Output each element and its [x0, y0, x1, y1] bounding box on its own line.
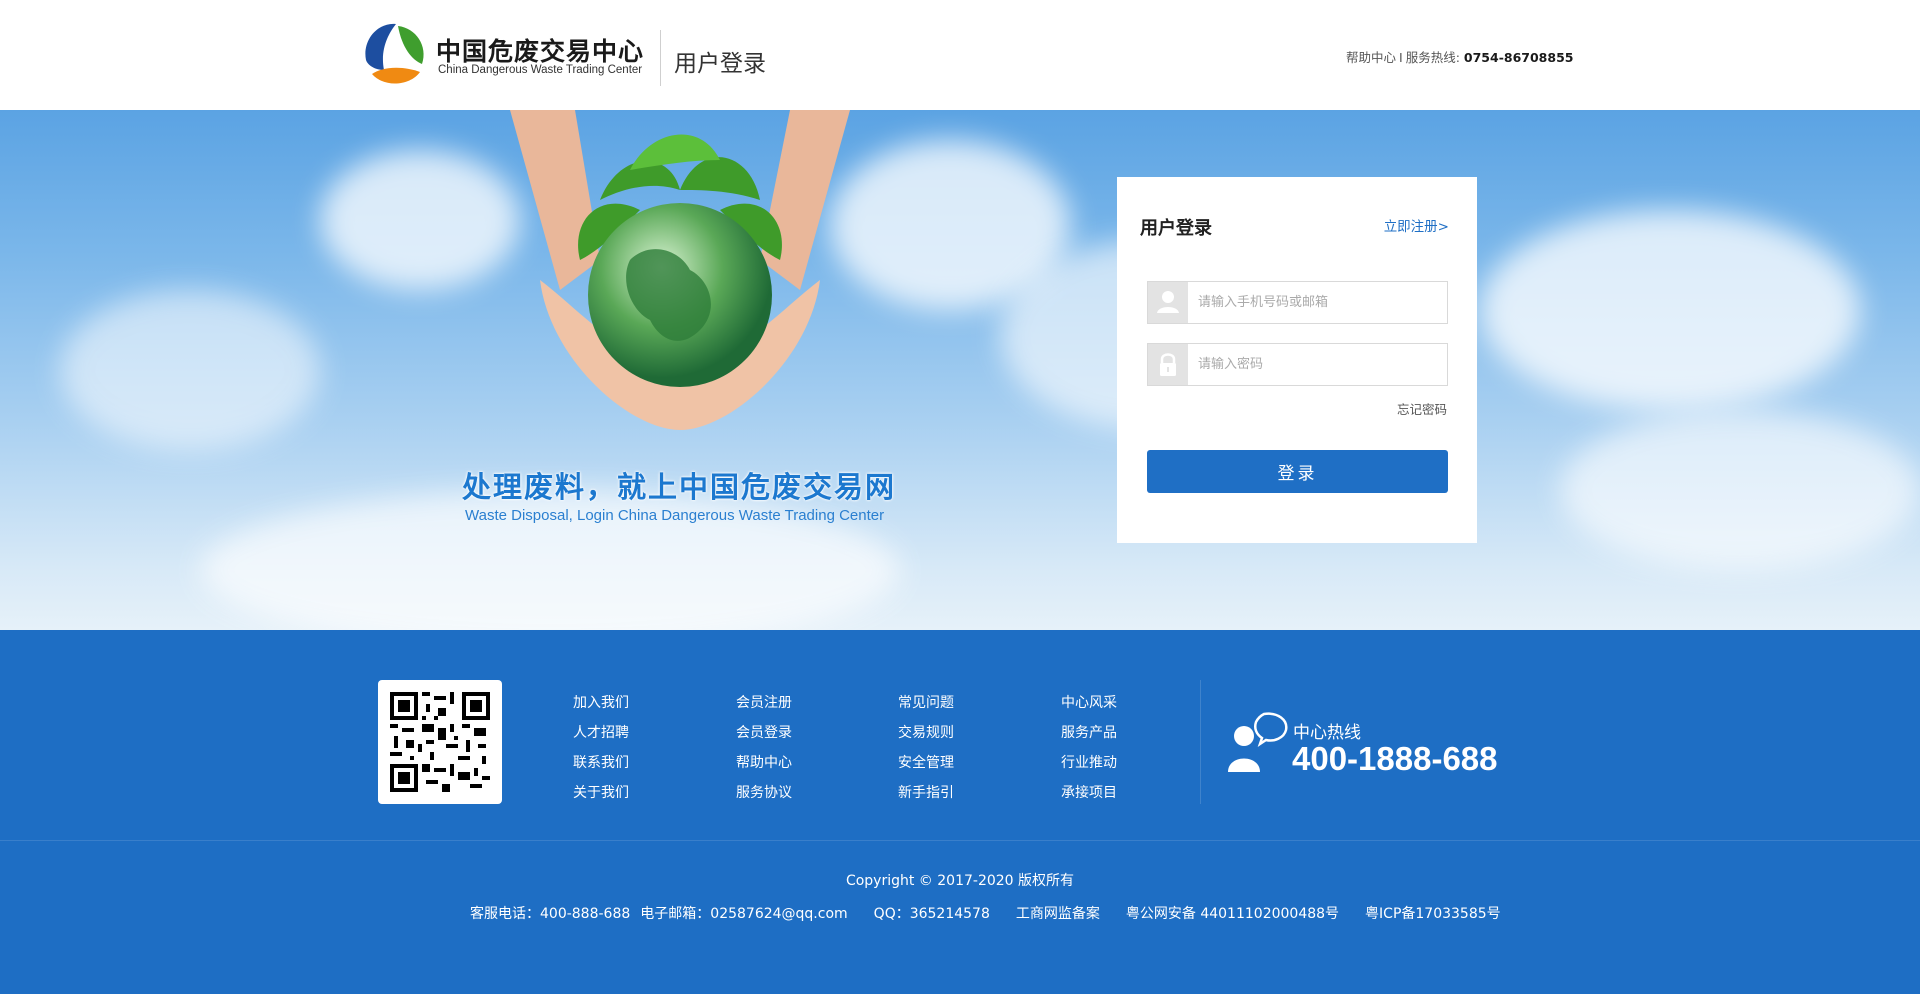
footer-link-guide[interactable]: 新手指引 [898, 778, 1038, 808]
contact-icp[interactable]: 粤ICP备17033585号 [1365, 906, 1501, 922]
banner-slogan-en: Waste Disposal, Login China Dangerous Wa… [465, 507, 885, 524]
footer-link-agreement[interactable]: 服务协议 [736, 778, 876, 808]
footer-link-recruitment[interactable]: 人才招聘 [573, 718, 713, 748]
brand-name-en: China Dangerous Waste Trading Center [438, 64, 643, 76]
footer-link-register[interactable]: 会员注册 [736, 688, 876, 718]
footer-link-contact[interactable]: 联系我们 [573, 748, 713, 778]
footer-link-join-us[interactable]: 加入我们 [573, 688, 713, 718]
footer-link-security[interactable]: 安全管理 [898, 748, 1038, 778]
leaf-logo-icon[interactable] [358, 20, 430, 92]
contact-phone: 客服电话：400-888-688 [470, 906, 631, 922]
header-divider [660, 30, 661, 86]
page-title: 用户登录 [674, 51, 766, 77]
footer-link-column: 会员注册 会员登录 帮助中心 服务协议 [736, 688, 876, 808]
user-icon [1148, 282, 1188, 323]
username-input[interactable] [1188, 282, 1447, 323]
login-button[interactable]: 登录 [1147, 450, 1448, 493]
footer-hotline-number: 400-1888-688 [1292, 740, 1498, 777]
password-input[interactable] [1188, 344, 1447, 385]
contact-email: 电子邮箱：02587624@qq.com [640, 906, 848, 922]
footer-link-faq[interactable]: 常见问题 [898, 688, 1038, 718]
copyright: Copyright © 2017-2020 版权所有 [845, 873, 1075, 889]
help-center-link[interactable]: 帮助中心 [1346, 50, 1396, 65]
forgot-password-link[interactable]: 忘记密码 [1397, 399, 1447, 418]
contact-police-record[interactable]: 粤公网安备 44011102000488号 [1126, 906, 1339, 922]
footer-link-help[interactable]: 帮助中心 [736, 748, 876, 778]
footer-link-gallery[interactable]: 中心风采 [1061, 688, 1201, 718]
footer-link-projects[interactable]: 承接项目 [1061, 778, 1201, 808]
cloud [1480, 210, 1860, 410]
hero-banner: 处理废料，就上中国危废交易网 Waste Disposal, Login Chi… [0, 110, 1920, 630]
footer-link-trade-rules[interactable]: 交易规则 [898, 718, 1038, 748]
help-separator: I [1399, 50, 1403, 65]
footer-link-column: 常见问题 交易规则 安全管理 新手指引 [898, 688, 1038, 808]
footer-link-about[interactable]: 关于我们 [573, 778, 713, 808]
contact-qq: QQ：365214578 [873, 906, 990, 922]
banner-slogan-cn: 处理废料，就上中国危废交易网 [462, 470, 897, 504]
hands-globe-illustration [510, 110, 850, 430]
footer-contact-info: 客服电话：400-888-688 电子邮箱：02587624@qq.com QQ：3… [470, 903, 1511, 923]
login-panel: 用户登录 立即注册> 忘记密码 登录 [1117, 177, 1477, 543]
username-field[interactable] [1147, 281, 1448, 324]
footer-link-column: 加入我们 人才招聘 联系我们 关于我们 [573, 688, 713, 808]
lock-icon [1148, 344, 1188, 385]
footer-link-products[interactable]: 服务产品 [1061, 718, 1201, 748]
footer-link-column: 中心风采 服务产品 行业推动 承接项目 [1061, 688, 1201, 808]
site-header: 中国危废交易中心 China Dangerous Waste Trading C… [0, 0, 1920, 110]
footer-divider-line [0, 840, 1920, 841]
qr-code [378, 680, 502, 804]
contact-icp-monitor[interactable]: 工商网监备案 [1016, 906, 1100, 922]
cloud [60, 290, 320, 450]
header-help-bar: 帮助中心 I 服务热线: 0754-86708855 [1346, 47, 1573, 66]
password-field[interactable] [1147, 343, 1448, 386]
cloud [1560, 410, 1920, 570]
hotline-number: 0754-86708855 [1463, 50, 1574, 65]
login-title: 用户登录 [1140, 218, 1212, 239]
site-footer: 加入我们 人才招聘 联系我们 关于我们 会员注册 会员登录 帮助中心 服务协议 … [0, 630, 1920, 994]
brand-name-cn: 中国危废交易中心 [436, 37, 645, 66]
footer-link-industry[interactable]: 行业推动 [1061, 748, 1201, 778]
customer-service-icon [1228, 712, 1288, 772]
register-link[interactable]: 立即注册> [1384, 215, 1449, 235]
footer-divider [1200, 680, 1201, 804]
footer-link-login[interactable]: 会员登录 [736, 718, 876, 748]
hotline-label: 服务热线: [1405, 50, 1460, 65]
